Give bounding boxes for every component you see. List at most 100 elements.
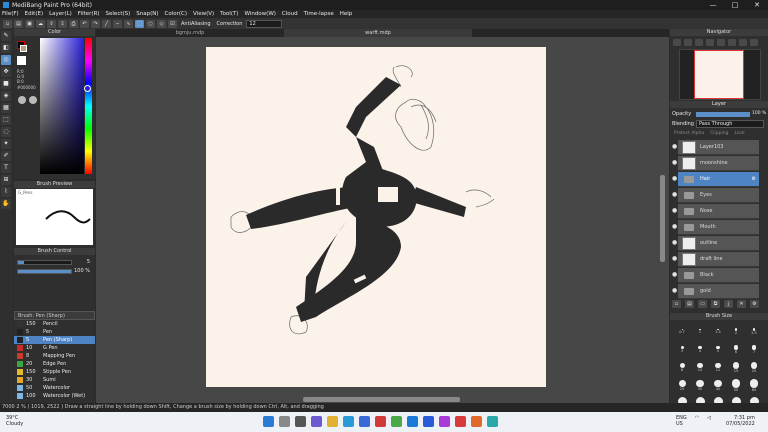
rect-mode-icon[interactable]: □ (135, 19, 144, 28)
drawing-canvas[interactable] (206, 47, 546, 387)
brush-size-option[interactable]: 50 (727, 379, 745, 395)
rotate-right-icon[interactable] (739, 39, 747, 46)
brush-list-item[interactable]: 150 Pencil (14, 320, 95, 328)
transparent-color-swatch[interactable] (17, 56, 26, 65)
color-wheel-icon[interactable] (18, 96, 26, 104)
chrome-icon[interactable] (391, 416, 402, 427)
brush-size-option[interactable]: 2.5 (745, 325, 763, 341)
lock-checkbox[interactable]: Lock (734, 131, 744, 136)
brush-opacity-value[interactable]: 100 % (74, 268, 90, 274)
menu-filter[interactable]: Filter(R) (78, 11, 100, 17)
layer-row[interactable]: Hair ⚙ (678, 172, 759, 187)
brush-list-item[interactable]: 8 Mapping Pen (14, 352, 95, 360)
brush-size-option[interactable]: 2 (727, 325, 745, 341)
brush-size-value[interactable]: 5 (87, 259, 90, 265)
curve-mode-icon[interactable]: ∿ (124, 19, 133, 28)
new-file-icon[interactable]: ▫ (3, 19, 12, 28)
start-icon[interactable] (263, 416, 274, 427)
task-view-icon[interactable] (295, 416, 306, 427)
add-halftone-layer-icon[interactable]: ▤ (685, 300, 694, 308)
line-mode-icon[interactable]: ─ (113, 19, 122, 28)
vertical-scrollbar[interactable] (660, 175, 665, 262)
layer-visibility-icon[interactable]: ● (672, 271, 677, 278)
menu-file[interactable]: File(F) (2, 11, 19, 17)
brush-size-option[interactable]: 3 (673, 343, 691, 359)
print-icon[interactable]: ⎙ (69, 19, 78, 28)
layer-row[interactable]: Black (678, 268, 759, 283)
hex-value[interactable]: #000000 (17, 85, 36, 90)
background-color-swatch[interactable] (20, 45, 27, 52)
protect-alpha-checkbox[interactable]: Protect Alpha (674, 131, 704, 136)
delete-layer-icon[interactable]: ✕ (737, 300, 746, 308)
antialiasing-checkbox[interactable]: ☑ (168, 19, 177, 28)
brush-list-item[interactable]: 10 G Pen (14, 344, 95, 352)
app-icon-14[interactable] (487, 416, 498, 427)
layer-visibility-icon[interactable]: ● (672, 191, 677, 198)
layer-settings-gear-icon[interactable]: ⚙ (752, 176, 756, 182)
lasso-tool-icon[interactable]: ◌ (1, 127, 11, 137)
layer-visibility-icon[interactable]: ● (672, 287, 677, 294)
brush-list-item[interactable]: 5 Pen (14, 328, 95, 336)
menu-edit[interactable]: Edit(E) (25, 11, 43, 17)
select-pen-icon[interactable]: ✐ (1, 151, 11, 161)
menu-snap[interactable]: Snap(N) (136, 11, 158, 17)
brush-size-option[interactable]: 1.5 (709, 325, 727, 341)
tab-bgmju[interactable]: bgmju.mdp (96, 29, 284, 37)
word-icon[interactable] (423, 416, 434, 427)
region-indicator[interactable]: US (676, 421, 687, 427)
blending-select[interactable]: Pass Through (696, 120, 764, 128)
wifi-icon[interactable]: ◠ (695, 415, 699, 427)
tab-empty[interactable] (472, 29, 660, 37)
brush-list-item[interactable]: 150 Stipple Pen (14, 368, 95, 376)
zoom-in-icon[interactable] (673, 39, 681, 46)
layer-visibility-icon[interactable]: ● (672, 207, 677, 214)
brush-list-item[interactable]: 20 Edge Pen (14, 360, 95, 368)
eraser-tool-icon[interactable]: ◧ (1, 43, 11, 53)
polygon-mode-icon[interactable]: ◇ (157, 19, 166, 28)
color-palette-icon[interactable] (29, 96, 37, 104)
magic-wand-icon[interactable]: ✦ (1, 139, 11, 149)
open-file-icon[interactable]: ▤ (14, 19, 23, 28)
layer-visibility-icon[interactable]: ● (672, 239, 677, 246)
brave-icon[interactable] (471, 416, 482, 427)
menu-window[interactable]: Window(W) (244, 11, 275, 17)
fit-icon[interactable] (695, 39, 703, 46)
menu-color[interactable]: Color(C) (165, 11, 188, 17)
select-tool-icon[interactable]: ⬚ (1, 115, 11, 125)
brush-tool-icon[interactable]: ✎ (1, 31, 11, 41)
zoom-out-icon[interactable] (684, 39, 692, 46)
layer-visibility-icon[interactable]: ● (672, 255, 677, 262)
brush-size-slider[interactable] (17, 260, 72, 265)
layer-row[interactable]: gold (678, 284, 759, 299)
horizontal-scrollbar[interactable] (303, 397, 460, 402)
hue-slider[interactable] (85, 38, 92, 174)
share-icon[interactable]: ⇪ (47, 19, 56, 28)
fill-tool-icon[interactable]: ◈ (1, 91, 11, 101)
minimize-button[interactable]: — (702, 0, 724, 10)
search-icon[interactable] (279, 416, 290, 427)
maximize-button[interactable]: □ (724, 0, 746, 10)
saturation-value-picker[interactable] (40, 38, 84, 174)
brush-size-option[interactable]: 20 (745, 361, 763, 377)
clipping-checkbox[interactable]: Clipping (710, 131, 728, 136)
add-folder-icon[interactable]: ▭ (698, 300, 707, 308)
layer-visibility-icon[interactable]: ● (672, 175, 677, 182)
brush-size-option[interactable]: 40 (709, 379, 727, 395)
brush-size-option[interactable]: 10 (691, 361, 709, 377)
brush-list-item[interactable]: 30 Sumi (14, 376, 95, 384)
navigator-thumbnail[interactable] (679, 49, 761, 100)
layer-row[interactable]: moonshine (678, 156, 759, 171)
text-tool-icon[interactable]: T (1, 163, 11, 173)
store-icon[interactable] (359, 416, 370, 427)
medibang-icon[interactable] (407, 416, 418, 427)
menu-select[interactable]: Select(S) (106, 11, 131, 17)
clock[interactable]: 7:31 pm 07/05/2022 (726, 415, 755, 427)
menu-time-lapse[interactable]: Time-lapse (304, 11, 334, 17)
brush-size-option[interactable]: 12 (709, 361, 727, 377)
brush-size-option[interactable]: 30 (691, 379, 709, 395)
brush-size-option[interactable]: 8 (673, 361, 691, 377)
menu-help[interactable]: Help (340, 11, 353, 17)
brush-size-option[interactable]: 6 (727, 343, 745, 359)
merge-down-icon[interactable]: ⤓ (724, 300, 733, 308)
menu-tool[interactable]: Tool(T) (220, 11, 238, 17)
